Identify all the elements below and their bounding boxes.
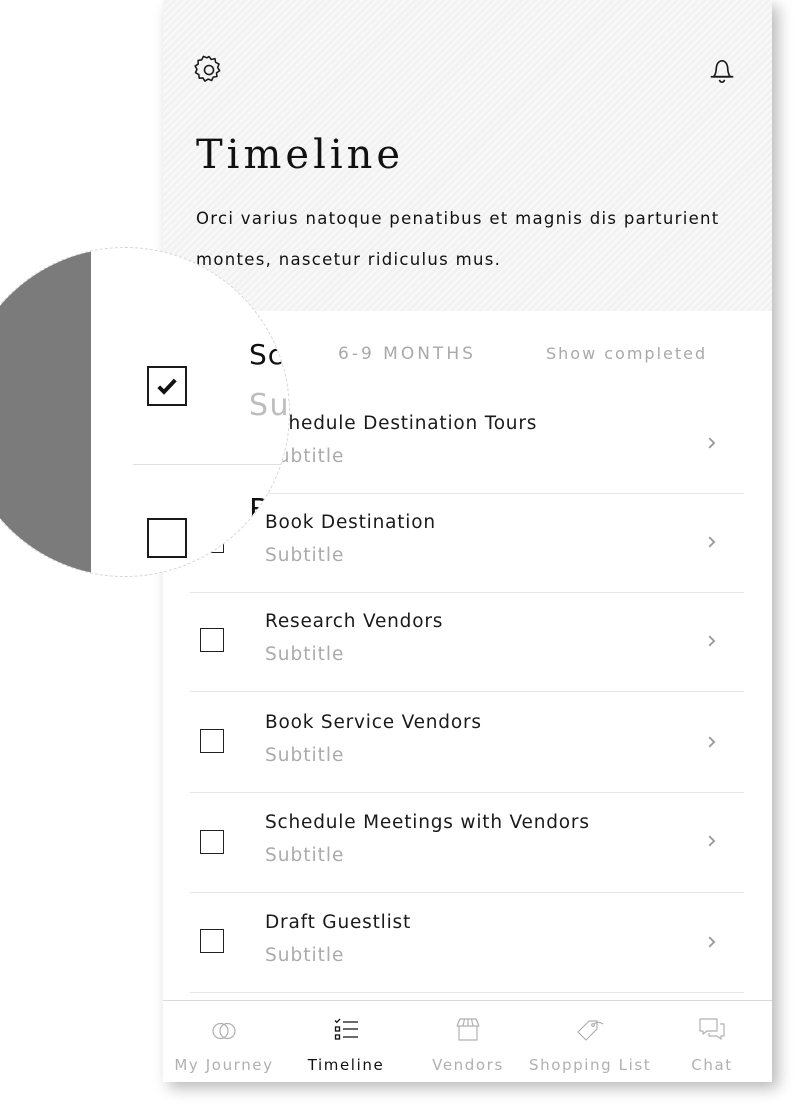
task-row[interactable]: Research Vendors Subtitle bbox=[190, 591, 744, 692]
chevron-right-icon bbox=[708, 437, 716, 449]
tab-vendors[interactable]: Vendors bbox=[407, 1001, 529, 1082]
task-title: Schedule Destination Tours bbox=[265, 413, 538, 434]
task-subtitle: Subtitle bbox=[265, 644, 345, 665]
phone-screen: Timeline Orci varius natoque penatibus e… bbox=[163, 0, 772, 1082]
checklist-icon bbox=[334, 1018, 358, 1040]
magnified-checkbox bbox=[147, 518, 187, 558]
bottom-tab-bar: My Journey Timeline Vendors Shopping Lis… bbox=[163, 1000, 772, 1082]
magnifier-shadow bbox=[0, 248, 91, 576]
task-row[interactable]: Book Service Vendors Subtitle bbox=[190, 692, 744, 793]
task-checkbox[interactable] bbox=[200, 729, 224, 753]
task-title: Research Vendors bbox=[265, 611, 444, 632]
notifications-button[interactable] bbox=[702, 50, 742, 90]
magnified-divider bbox=[133, 464, 289, 465]
tab-shopping-list[interactable]: Shopping List bbox=[529, 1001, 651, 1082]
tab-label: My Journey bbox=[174, 1056, 274, 1074]
task-subtitle: Subtitle bbox=[265, 545, 345, 566]
rings-icon bbox=[212, 1022, 236, 1040]
chevron-right-icon bbox=[708, 936, 716, 948]
task-subtitle: Subtitle bbox=[265, 745, 345, 766]
chat-bubbles-icon bbox=[699, 1018, 725, 1040]
page-title: Timeline bbox=[196, 132, 405, 178]
page-description: Orci varius natoque penatibus et magnis … bbox=[196, 209, 720, 269]
chevron-right-icon bbox=[708, 736, 716, 748]
chevron-right-icon bbox=[708, 635, 716, 647]
checkmark-icon bbox=[157, 378, 177, 395]
task-title: Draft Guestlist bbox=[265, 912, 412, 933]
tab-label: Shopping List bbox=[529, 1056, 652, 1074]
settings-button[interactable] bbox=[189, 50, 229, 90]
storefront-icon bbox=[456, 1018, 480, 1041]
tab-label: Vendors bbox=[432, 1056, 504, 1074]
task-row[interactable]: Draft Guestlist Subtitle bbox=[190, 892, 744, 993]
tag-icon bbox=[577, 1020, 604, 1041]
tab-timeline[interactable]: Timeline bbox=[285, 1001, 407, 1082]
task-title: Book Destination bbox=[265, 512, 436, 533]
task-checkbox[interactable] bbox=[200, 628, 224, 652]
magnified-task-subtitle: Subt bbox=[249, 388, 290, 423]
chevron-right-icon bbox=[708, 835, 716, 847]
show-completed-link[interactable]: Show completed bbox=[546, 344, 707, 363]
magnified-checkbox-checked bbox=[147, 366, 187, 406]
task-subtitle: Subtitle bbox=[265, 845, 345, 866]
tab-label: Timeline bbox=[307, 1056, 385, 1074]
task-checkbox[interactable] bbox=[200, 929, 224, 953]
task-title: Book Service Vendors bbox=[265, 712, 482, 733]
gear-icon bbox=[194, 55, 221, 82]
tab-my-journey[interactable]: My Journey bbox=[163, 1001, 285, 1082]
tab-label: Chat bbox=[691, 1056, 733, 1074]
chevron-right-icon bbox=[708, 536, 716, 548]
task-checkbox[interactable] bbox=[200, 830, 224, 854]
magnified-task-title: Bo bbox=[249, 493, 290, 528]
tab-chat[interactable]: Chat bbox=[651, 1001, 772, 1082]
bell-icon bbox=[710, 60, 734, 83]
task-subtitle: Subtitle bbox=[265, 945, 345, 966]
timeline-header: Timeline Orci varius natoque penatibus e… bbox=[163, 0, 772, 311]
task-title: Schedule Meetings with Vendors bbox=[265, 812, 590, 833]
magnified-task-title: Sche bbox=[249, 338, 289, 371]
section-label: 6-9 MONTHS bbox=[338, 344, 476, 364]
task-row[interactable]: Schedule Meetings with Vendors Subtitle bbox=[190, 792, 744, 893]
